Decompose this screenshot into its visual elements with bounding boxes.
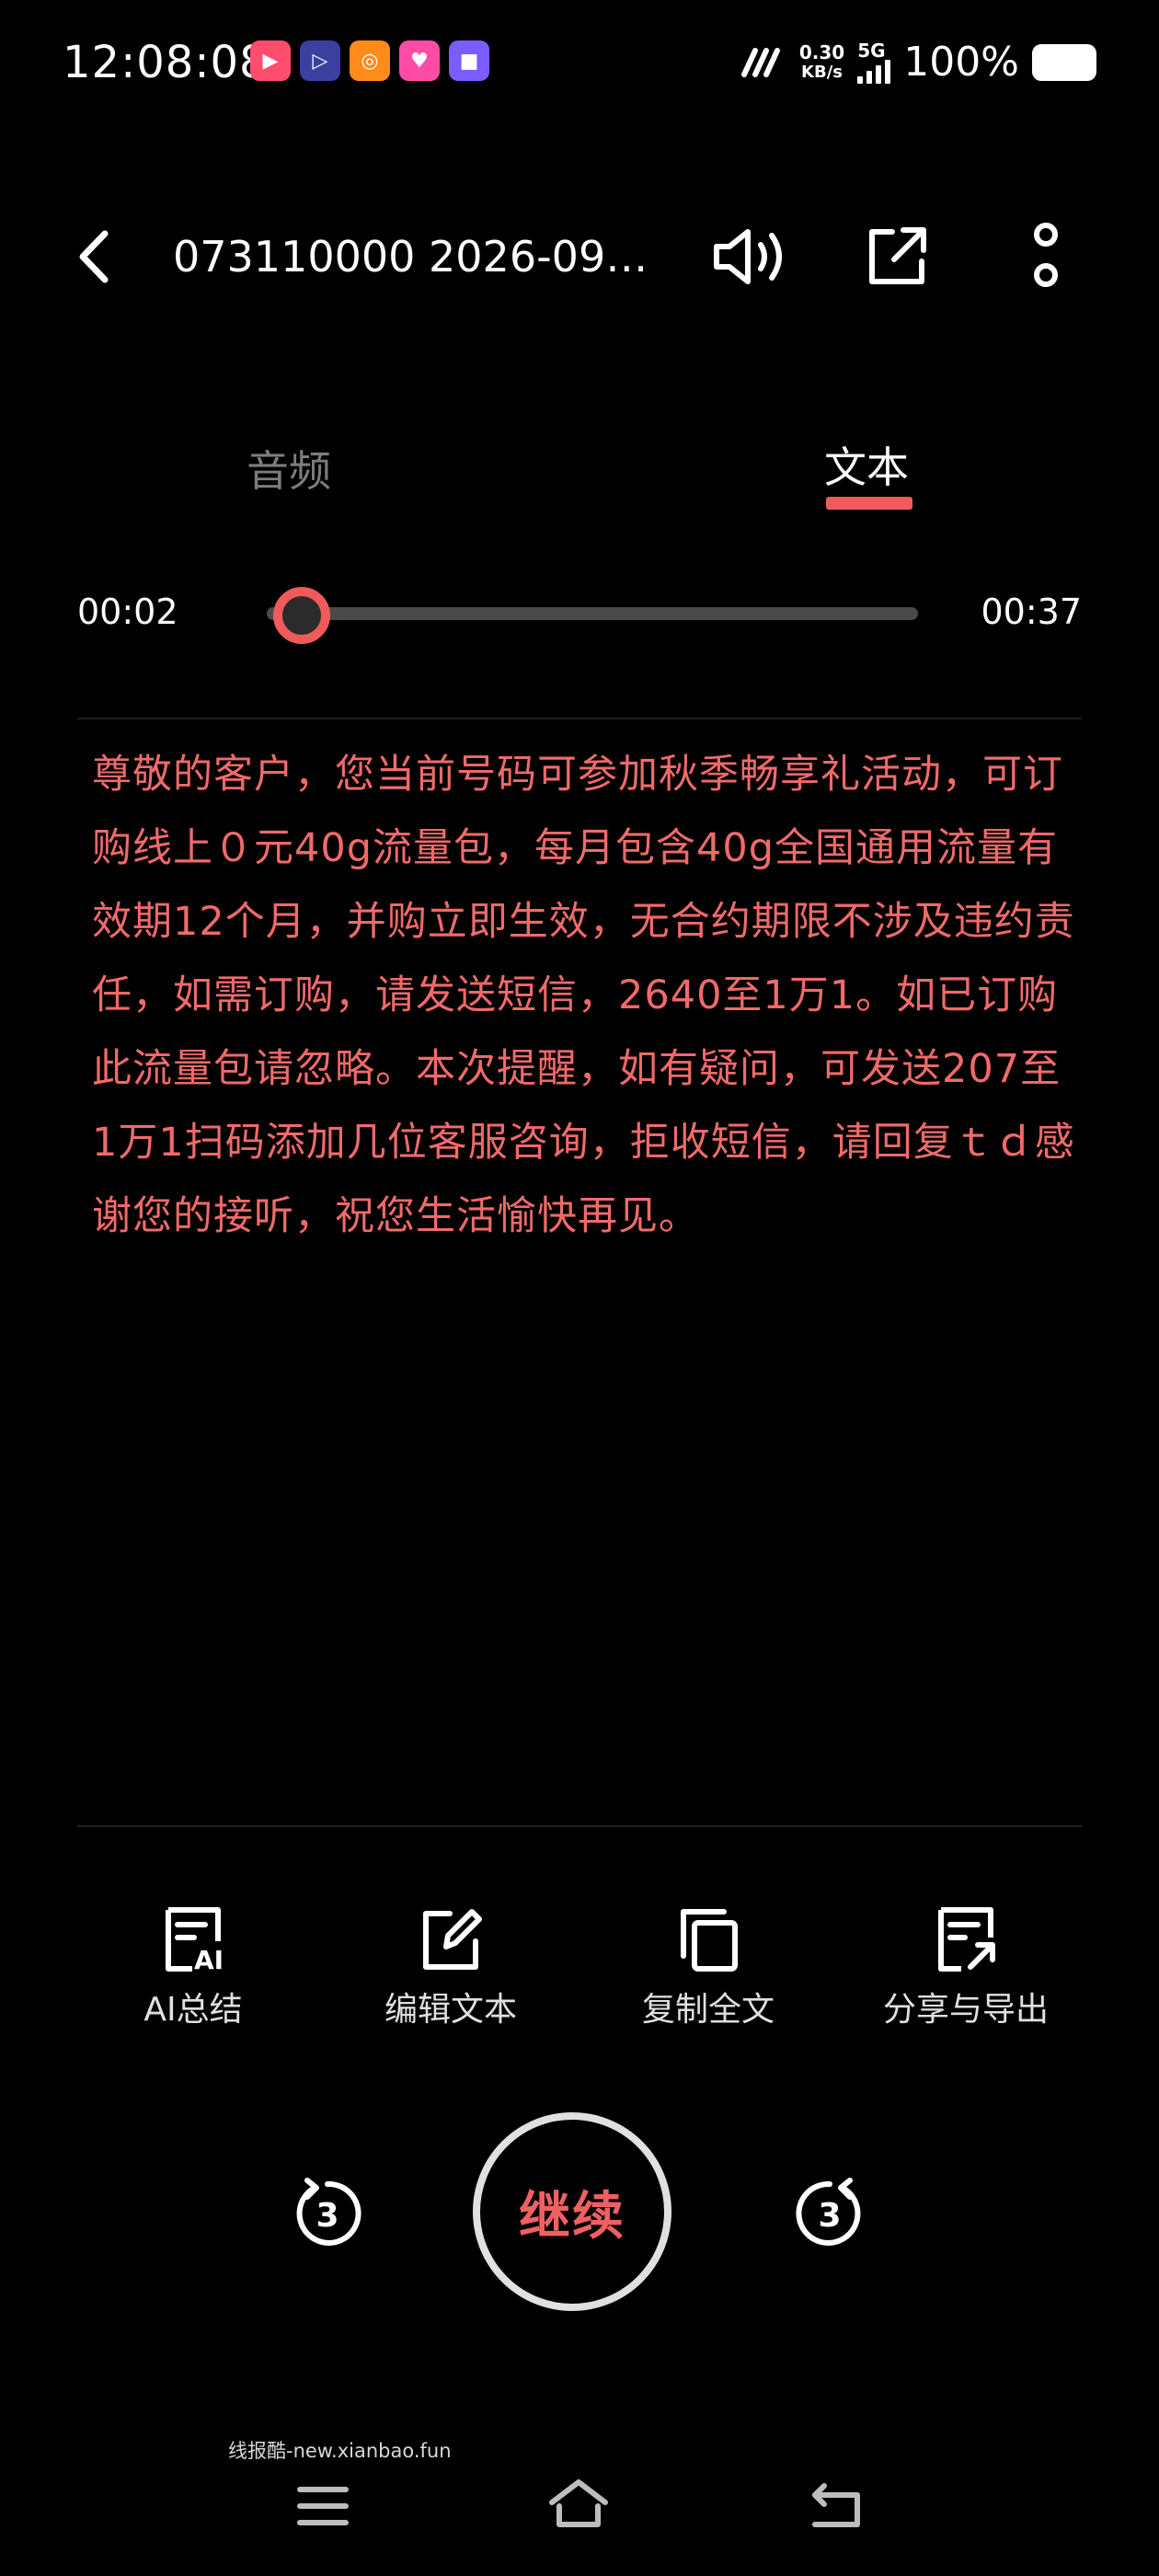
progress-slider[interactable] [267, 607, 918, 620]
social-app-icon: ♥ [399, 40, 440, 81]
share-export-label: 分享与导出 [882, 1991, 1049, 2029]
skip-forward-seconds: 3 [818, 2197, 841, 2235]
sticker-app-icon: ■ [449, 40, 489, 81]
copy-all-button[interactable]: 复制全文 [598, 1904, 819, 2031]
recent-apps-button[interactable] [291, 2478, 355, 2534]
forward-3s-icon: 3 [796, 2178, 861, 2246]
edit-text-button[interactable]: 编辑文本 [340, 1904, 561, 2031]
more-options-button[interactable] [1004, 215, 1087, 298]
tab-audio[interactable]: 音频 [247, 443, 331, 499]
battery-icon [1032, 44, 1096, 81]
more-vertical-icon [1034, 223, 1058, 287]
edit-text-label: 编辑文本 [384, 1991, 517, 2029]
open-external-icon [869, 227, 926, 284]
nfc-icon [740, 48, 780, 77]
back-button[interactable] [70, 226, 118, 287]
skip-back-button[interactable]: 3 [291, 2177, 364, 2250]
speaker-button[interactable] [708, 215, 791, 298]
recording-title: 073110000 2026-09… [173, 232, 648, 282]
ai-summary-button[interactable]: AI AI总结 [83, 1904, 304, 2031]
divider-top [77, 718, 1082, 719]
ai-document-icon: AI [166, 1907, 224, 1974]
status-time: 12:08:08 [63, 37, 269, 88]
transcript-text[interactable]: 尊敬的客户，您当前号码可参加秋季畅享礼活动，可订购线上０元40g流量包，每月包含… [92, 738, 1078, 1253]
notification-app-icons: ▶ ▷ ◎ ♥ ■ [250, 40, 489, 81]
network-speed: 0.30 KB/s [799, 42, 844, 83]
tab-text[interactable]: 文本 [824, 440, 909, 495]
shopping-app-icon: ◎ [350, 40, 390, 81]
total-time: 00:37 [981, 592, 1082, 632]
edit-icon [423, 1909, 482, 1970]
network-speed-value: 0.30 [798, 41, 845, 63]
continue-button[interactable]: 继续 [473, 2112, 671, 2311]
signal-bars-icon [857, 60, 891, 84]
chevron-left-icon [79, 230, 109, 283]
svg-text:AI: AI [194, 1945, 224, 1974]
network-type: 5G [857, 40, 886, 62]
current-time: 00:02 [77, 592, 178, 632]
back-nav-icon [812, 2483, 860, 2527]
home-button[interactable] [546, 2477, 611, 2532]
player-app-icon: ▷ [300, 40, 340, 81]
continue-label: 继续 [519, 2186, 625, 2247]
status-indicators: 0.30 KB/s 5G 100% [739, 37, 1096, 88]
menu-icon [297, 2487, 349, 2525]
copy-icon [681, 1909, 738, 1972]
divider-bottom [77, 1825, 1082, 1827]
rewind-3s-icon: 3 [296, 2178, 361, 2246]
back-nav-button[interactable] [804, 2478, 868, 2534]
ai-summary-label: AI总结 [143, 1991, 243, 2029]
skip-back-seconds: 3 [316, 2197, 339, 2235]
skip-forward-button[interactable]: 3 [793, 2177, 866, 2250]
network-speed-unit: KB/s [801, 63, 843, 82]
share-document-icon [938, 1907, 995, 1972]
video-app-icon: ▶ [250, 40, 291, 81]
active-tab-indicator [826, 497, 912, 510]
share-export-button[interactable]: 分享与导出 [855, 1904, 1076, 2031]
open-external-button[interactable] [855, 215, 938, 298]
progress-knob[interactable] [273, 587, 331, 644]
speaker-icon [714, 229, 782, 284]
copy-all-label: 复制全文 [641, 1991, 775, 2029]
watermark: 线报酷-new.xianbao.fun [228, 2440, 452, 2462]
battery-percent: 100% [903, 39, 1019, 86]
home-icon [549, 2479, 608, 2527]
cellular-signal: 5G [857, 40, 891, 84]
